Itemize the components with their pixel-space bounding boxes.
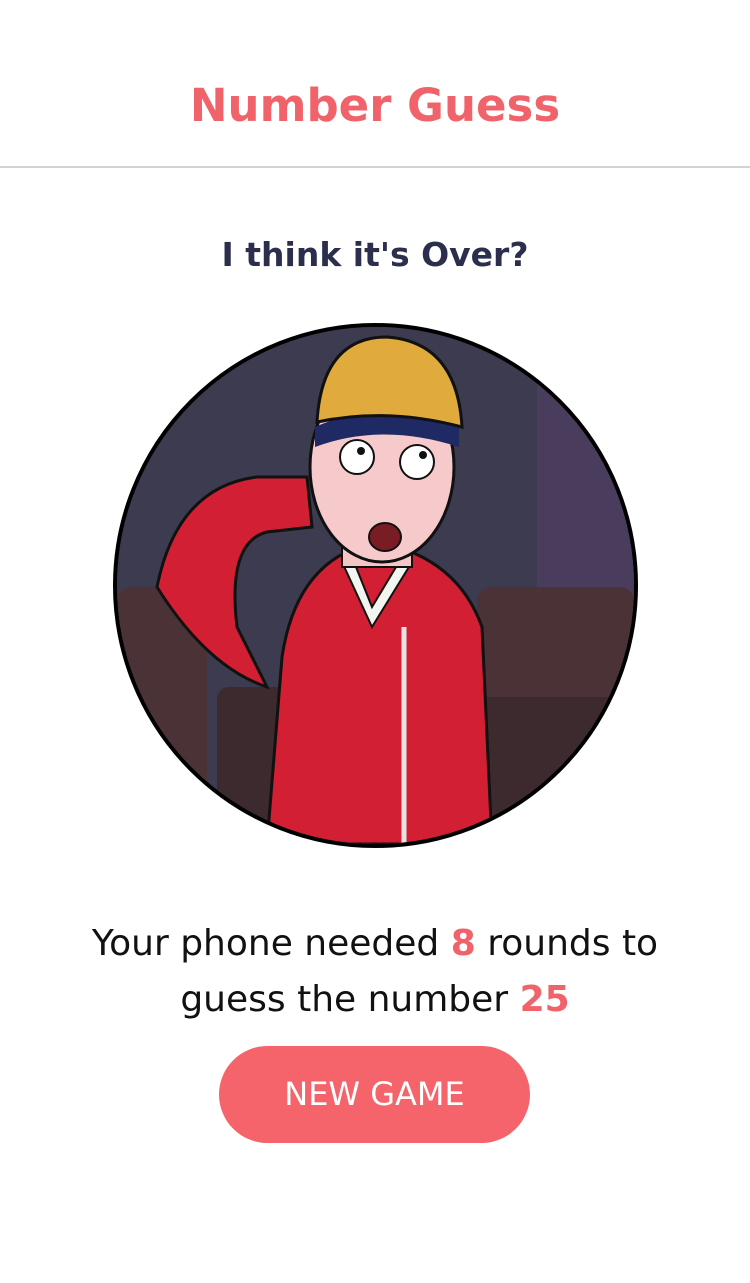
rounds-count: 8 bbox=[450, 923, 476, 964]
result-heading: I think it's Over? bbox=[221, 235, 529, 274]
summary-prefix: Your phone needed bbox=[91, 923, 451, 964]
app-title: Number Guess bbox=[189, 79, 561, 132]
character-image bbox=[113, 323, 638, 848]
target-number: 25 bbox=[519, 979, 570, 1020]
new-game-button[interactable]: NEW GAME bbox=[219, 1046, 530, 1143]
result-summary: Your phone needed 8 rounds to guess the … bbox=[40, 916, 710, 1028]
app-header: Number Guess bbox=[0, 0, 750, 168]
